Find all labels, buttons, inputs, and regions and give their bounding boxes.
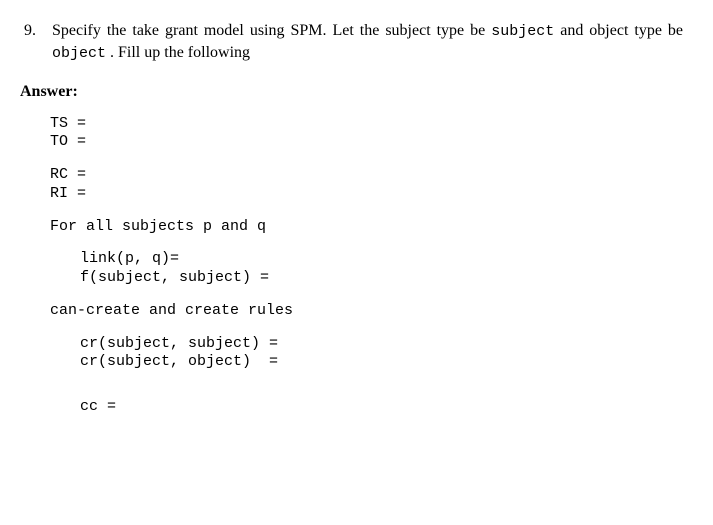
question-number: 9.	[20, 20, 52, 42]
code-line-cancreate: can-create and create rules	[20, 302, 693, 321]
question-seg2: and object type be	[554, 22, 683, 39]
question-row: 9. Specify the take grant model using SP…	[20, 20, 693, 65]
code-object: object	[52, 45, 106, 62]
gap	[20, 236, 693, 250]
code-line-f: f(subject, subject) =	[20, 269, 693, 288]
code-line-rc: RC =	[20, 166, 693, 185]
question-seg1: Specify the take grant model using SPM. …	[52, 22, 491, 39]
gap	[20, 288, 693, 302]
gap	[20, 152, 693, 166]
code-line-link: link(p, q)=	[20, 250, 693, 269]
question-text: Specify the take grant model using SPM. …	[52, 20, 693, 65]
gap	[20, 204, 693, 218]
code-line-cr2: cr(subject, object) =	[20, 353, 693, 372]
answer-label: Answer:	[20, 83, 693, 101]
code-line-ts: TS =	[20, 115, 693, 134]
gap	[20, 321, 693, 335]
code-line-forall: For all subjects p and q	[20, 218, 693, 237]
page: 9. Specify the take grant model using SP…	[0, 0, 713, 437]
code-subject: subject	[491, 23, 554, 40]
code-line-cr1: cr(subject, subject) =	[20, 335, 693, 354]
gap	[20, 372, 693, 398]
code-line-cc: cc =	[20, 398, 693, 417]
question-seg3: . Fill up the following	[106, 44, 250, 61]
code-line-to: TO =	[20, 133, 693, 152]
code-line-ri: RI =	[20, 185, 693, 204]
